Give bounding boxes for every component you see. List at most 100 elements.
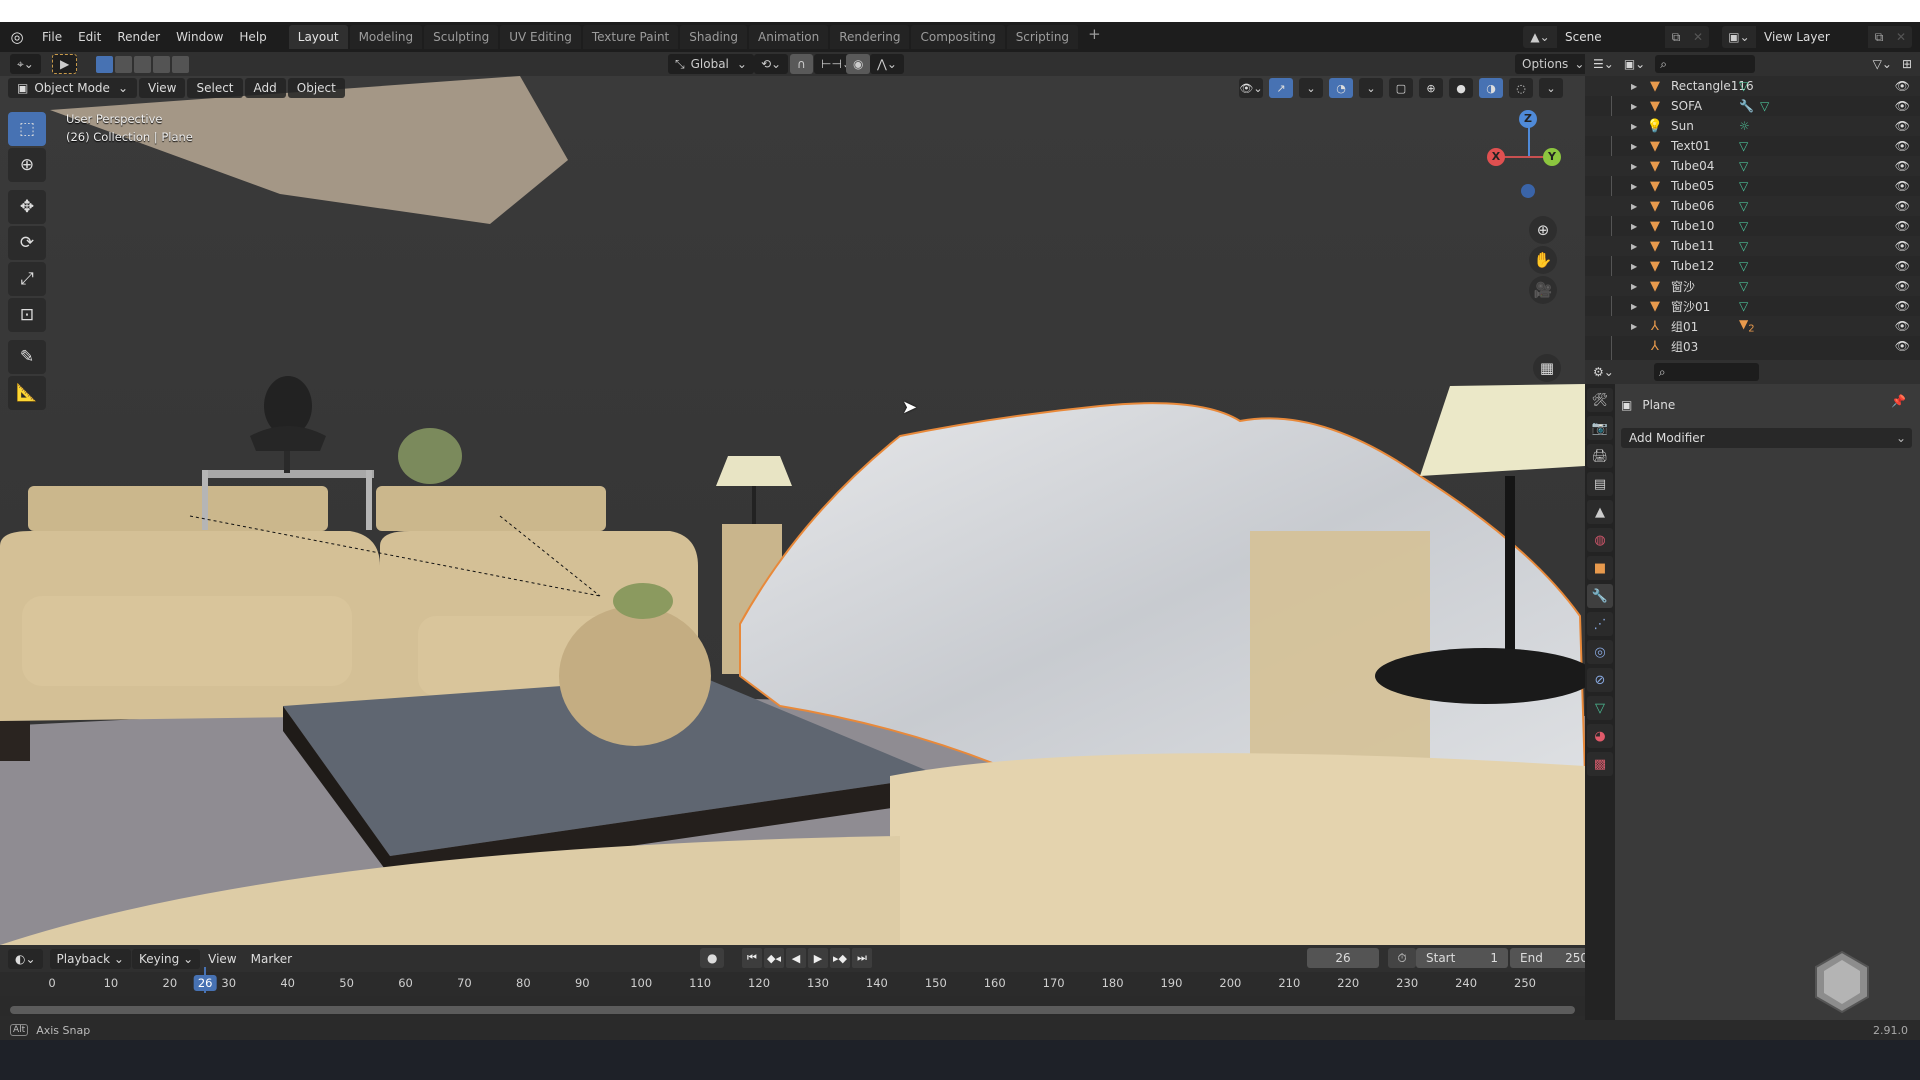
rendered-shading-icon[interactable]: ◌ [1509, 78, 1533, 98]
mesh-data-icon[interactable]: ▽ [1739, 299, 1748, 313]
expand-arrow-icon[interactable]: ▶ [1631, 142, 1645, 151]
expand-arrow-icon[interactable]: ▶ [1631, 282, 1645, 291]
tab-modeling[interactable]: Modeling [349, 25, 423, 49]
visibility-eye-icon[interactable]: 👁 [1895, 79, 1910, 93]
mesh-data-icon[interactable]: ▽ [1760, 99, 1769, 113]
jump-end-icon[interactable]: ⏭ [852, 948, 872, 968]
viewport-menu-select[interactable]: Select [187, 78, 243, 98]
expand-arrow-icon[interactable]: ▶ [1631, 182, 1645, 191]
scale-tool-icon[interactable]: ⤢ [8, 262, 46, 296]
outliner-item[interactable]: ▶ ▼ Tube12 ▽ 👁 [1585, 256, 1920, 276]
navigation-gizmo[interactable]: Z X Y ⊕ ✋ 🎥 [1483, 106, 1563, 306]
outliner-item[interactable]: ▶ ▼ Tube06 ▽ 👁 [1585, 196, 1920, 216]
modifiers-tab-icon[interactable]: 🔧 [1587, 584, 1613, 608]
physics-tab-icon[interactable]: ◎ [1587, 640, 1613, 664]
menu-window[interactable]: Window [168, 30, 231, 44]
properties-editor-type-icon[interactable]: ⚙⌄ [1593, 365, 1614, 379]
gizmo-dropdown-icon[interactable]: ⌄ [1299, 78, 1323, 98]
menu-file[interactable]: File [34, 30, 70, 44]
outliner-item[interactable]: ▶ ▼ Tube10 ▽ 👁 [1585, 216, 1920, 236]
transform-tool-icon[interactable]: ⊡ [8, 298, 46, 332]
outliner-item[interactable]: ▶ ▼ Text01 ▽ 👁 [1585, 136, 1920, 156]
timeline-menu-marker[interactable]: Marker [244, 952, 299, 966]
viewport-menu-object[interactable]: Object [287, 78, 345, 98]
outliner-item-name[interactable]: Tube06 [1671, 199, 1739, 213]
snap-toggle[interactable]: ∩ [790, 54, 813, 74]
move-tool-icon[interactable]: ✥ [8, 190, 46, 224]
mesh-data-icon[interactable]: ▽ [1739, 79, 1748, 93]
select-subtract-icon[interactable] [134, 55, 151, 73]
outliner-item-name[interactable]: 组03 [1671, 338, 1739, 355]
outliner-item[interactable]: ▶ ▼ 窗沙 ▽ 👁 [1585, 276, 1920, 296]
axis-neg-z[interactable] [1521, 184, 1535, 198]
rotate-tool-icon[interactable]: ⟳ [8, 226, 46, 260]
visibility-eye-icon[interactable]: 👁 [1895, 319, 1910, 333]
visibility-eye-icon[interactable]: 👁 [1895, 239, 1910, 253]
editor-type-button[interactable]: ⌖⌄ [10, 54, 41, 74]
visibility-eye-icon[interactable]: 👁 [1895, 159, 1910, 173]
tab-sculpting[interactable]: Sculpting [424, 25, 499, 49]
render-tab-icon[interactable]: 📷 [1587, 416, 1613, 440]
view-layer-icon[interactable]: ▣⌄ [1722, 30, 1756, 44]
outliner-item-name[interactable]: 窗沙 [1671, 278, 1739, 295]
mesh-data-icon[interactable]: ▽ [1739, 259, 1748, 273]
camera-view-icon[interactable]: 🎥 [1529, 276, 1557, 304]
expand-arrow-icon[interactable]: ▶ [1631, 222, 1645, 231]
proportional-falloff-dropdown[interactable]: ⋀⌄ [870, 54, 904, 74]
play-reverse-icon[interactable]: ◀ [786, 948, 806, 968]
view-layer-tab-icon[interactable]: ▤ [1587, 472, 1613, 496]
scene-icon[interactable]: ▲⌄ [1523, 30, 1557, 44]
transform-orientation-dropdown[interactable]: ⤡ Global ⌄ [668, 54, 754, 74]
tab-scripting[interactable]: Scripting [1006, 25, 1079, 49]
properties-search-input[interactable]: ⌕ [1653, 363, 1759, 381]
world-tab-icon[interactable]: ◍ [1587, 528, 1613, 552]
mesh-data-icon[interactable]: ▽ [1739, 159, 1748, 173]
filter-icon[interactable]: ▽⌄ [1873, 57, 1892, 71]
data-tab-icon[interactable]: ▽ [1587, 696, 1613, 720]
tool-tab-icon[interactable]: 🛠 [1587, 388, 1613, 412]
wireframe-shading-icon[interactable]: ⊕ [1419, 78, 1443, 98]
stopwatch-icon[interactable]: ⏱ [1388, 948, 1416, 968]
menu-help[interactable]: Help [231, 30, 274, 44]
sun-data-icon[interactable]: ☼ [1739, 119, 1750, 133]
visibility-eye-icon[interactable]: 👁 [1895, 179, 1910, 193]
outliner-item[interactable]: ▶ ▼ Rectangle116 ▽ 👁 [1585, 76, 1920, 96]
outliner-item[interactable]: ▶ ▼ Tube04 ▽ 👁 [1585, 156, 1920, 176]
expand-arrow-icon[interactable]: ▶ [1631, 82, 1645, 91]
expand-arrow-icon[interactable]: ▶ [1631, 262, 1645, 271]
children-mesh-icon[interactable]: ▼2 [1739, 317, 1755, 334]
outliner-search-input[interactable]: ⌕ [1655, 55, 1756, 73]
pin-icon[interactable]: 📌 [1891, 394, 1906, 408]
outliner-item[interactable]: ▶ 💡 Sun ☼ 👁 [1585, 116, 1920, 136]
axis-y[interactable]: Y [1543, 148, 1561, 166]
new-collection-icon[interactable]: ⊞ [1902, 57, 1912, 71]
outliner-item-name[interactable]: Tube04 [1671, 159, 1739, 173]
mesh-data-icon[interactable]: ▽ [1739, 139, 1748, 153]
gizmo-toggle-icon[interactable]: ↗ [1269, 78, 1293, 98]
select-intersect-icon[interactable] [172, 55, 189, 73]
delete-view-layer-icon[interactable]: ✕ [1890, 30, 1912, 44]
menu-render[interactable]: Render [109, 30, 168, 44]
solid-shading-icon[interactable]: ● [1449, 78, 1473, 98]
select-new-icon[interactable] [96, 55, 113, 73]
modifier-wrench-icon[interactable]: 🔧 [1739, 99, 1754, 113]
visibility-eye-icon[interactable]: 👁 [1895, 299, 1910, 313]
timeline-editor-type-icon[interactable]: ◐⌄ [8, 948, 43, 969]
options-dropdown[interactable]: Options ⌄ [1515, 54, 1592, 74]
expand-arrow-icon[interactable]: ▶ [1631, 162, 1645, 171]
expand-arrow-icon[interactable]: ▶ [1631, 202, 1645, 211]
jump-start-icon[interactable]: ⏮ [742, 948, 762, 968]
output-tab-icon[interactable]: 🖨 [1587, 444, 1613, 468]
visibility-eye-icon[interactable]: 👁 [1895, 259, 1910, 273]
tab-rendering[interactable]: Rendering [830, 25, 910, 49]
outliner-item-name[interactable]: Tube10 [1671, 219, 1739, 233]
object-tab-icon[interactable]: ■ [1587, 556, 1613, 580]
tab-shading[interactable]: Shading [680, 25, 747, 49]
visibility-eye-icon[interactable]: 👁 [1895, 119, 1910, 133]
outliner-item[interactable]: ▶ ⅄ 组01 ▼2 👁 [1585, 316, 1920, 336]
next-keyframe-icon[interactable]: ▸◆ [830, 948, 850, 968]
overlays-dropdown-icon[interactable]: ⌄ [1359, 78, 1383, 98]
visibility-eye-icon[interactable]: 👁 [1895, 219, 1910, 233]
visibility-eye-icon[interactable]: 👁 [1895, 199, 1910, 213]
outliner-item[interactable]: ▶ ▼ Tube05 ▽ 👁 [1585, 176, 1920, 196]
